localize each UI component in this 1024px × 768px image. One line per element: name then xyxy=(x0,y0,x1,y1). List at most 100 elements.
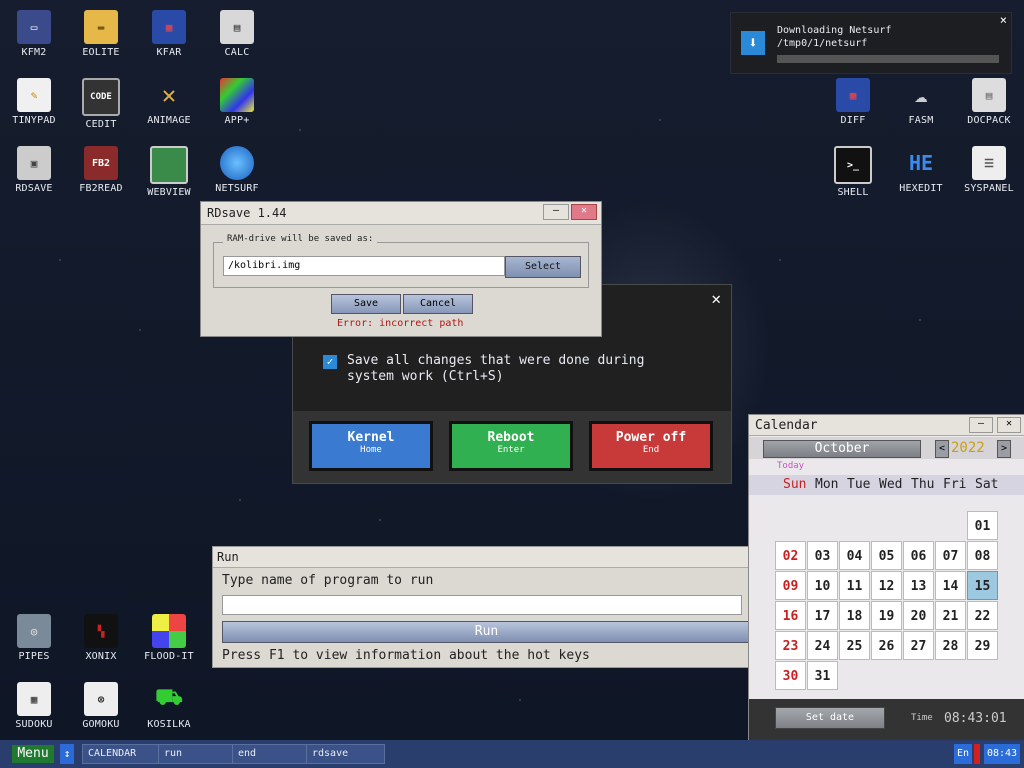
desktop-icon-kfar[interactable]: ▦ KFAR xyxy=(135,10,203,58)
calendar-day[interactable]: 25 xyxy=(839,631,870,660)
cancel-button[interactable]: Cancel xyxy=(403,294,473,314)
desktop-icon-syspanel[interactable]: ☰ SYSPANEL xyxy=(955,146,1023,194)
cube-icon xyxy=(220,78,254,112)
calendar-day[interactable]: 28 xyxy=(935,631,966,660)
calendar-day[interactable]: 17 xyxy=(807,601,838,630)
calendar-day[interactable]: 08 xyxy=(967,541,998,570)
run-titlebar[interactable]: Run xyxy=(213,547,749,568)
calendar-day[interactable]: 24 xyxy=(807,631,838,660)
close-icon[interactable]: × xyxy=(1000,13,1007,27)
desktop-icon-pipes[interactable]: ◎ PIPES xyxy=(0,614,68,662)
calendar-day[interactable]: 14 xyxy=(935,571,966,600)
taskbar-item-calendar[interactable]: CALENDAR xyxy=(82,744,161,764)
calendar-day[interactable]: 06 xyxy=(903,541,934,570)
calendar-day[interactable]: 21 xyxy=(935,601,966,630)
minimize-button[interactable]: — xyxy=(543,204,569,220)
menu-button[interactable]: Menu xyxy=(12,745,54,763)
desktop-icon-webview[interactable]: WEBVIEW xyxy=(135,146,203,198)
calendar-day[interactable]: 05 xyxy=(871,541,902,570)
sudoku-icon: ▦ xyxy=(17,682,51,716)
calendar-day[interactable]: 29 xyxy=(967,631,998,660)
calendar-day[interactable]: 26 xyxy=(871,631,902,660)
power-off-button[interactable]: Power off End xyxy=(589,421,713,471)
desktop-icon-xonix[interactable]: ▚ XONIX xyxy=(67,614,135,662)
next-year-button[interactable]: > xyxy=(997,440,1011,458)
calendar-day[interactable]: 01 xyxy=(967,511,998,540)
calendar-day[interactable]: 31 xyxy=(807,661,838,690)
language-indicator[interactable]: En xyxy=(954,744,972,764)
desktop-icon-shell[interactable]: >_ SHELL xyxy=(819,146,887,198)
path-input[interactable]: /kolibri.img xyxy=(223,256,505,276)
close-icon[interactable]: ✕ xyxy=(711,289,721,308)
error-message: Error: incorrect path xyxy=(337,318,464,329)
calendar-day[interactable]: 18 xyxy=(839,601,870,630)
desktop-icon-fb2read[interactable]: FB2 FB2READ xyxy=(67,146,135,194)
code-icon: CODE xyxy=(82,78,120,116)
save-button[interactable]: Save xyxy=(331,294,401,314)
program-input[interactable] xyxy=(222,595,742,615)
desktop-icon-docpack[interactable]: ▤ DOCPACK xyxy=(955,78,1023,126)
close-button[interactable]: ✕ xyxy=(997,417,1021,433)
calendar-day[interactable]: 03 xyxy=(807,541,838,570)
desktop-icon-tinypad[interactable]: ✎ TINYPAD xyxy=(0,78,68,126)
mower-icon: ⛟ xyxy=(155,685,183,710)
desktop-icon-flood-it[interactable]: FLOOD-IT xyxy=(135,614,203,662)
calendar-day[interactable]: 12 xyxy=(871,571,902,600)
calendar-day[interactable]: 30 xyxy=(775,661,806,690)
select-button[interactable]: Select xyxy=(505,256,581,278)
calendar-day[interactable]: 07 xyxy=(935,541,966,570)
calendar-day[interactable]: 02 xyxy=(775,541,806,570)
weekday-label: Mon xyxy=(815,477,839,492)
calendar-day[interactable]: 23 xyxy=(775,631,806,660)
calendar-day[interactable]: 15 xyxy=(967,571,998,600)
calendar-day[interactable]: 10 xyxy=(807,571,838,600)
desktop-icon-kfm2[interactable]: ▭ KFM2 xyxy=(0,10,68,58)
today-link[interactable]: Today xyxy=(777,461,804,471)
download-notification[interactable]: ⬇ Downloading Netsurf /tmp0/1/netsurf × xyxy=(730,12,1012,74)
minimize-button[interactable]: — xyxy=(969,417,993,433)
desktop-icon-animage[interactable]: ✕ ANIMAGE xyxy=(135,78,203,126)
taskbar-item-end[interactable]: end xyxy=(232,744,311,764)
desktop-icon-hexedit[interactable]: HE HEXEDIT xyxy=(887,146,955,194)
calendar-day[interactable]: 09 xyxy=(775,571,806,600)
calendar-day[interactable]: 13 xyxy=(903,571,934,600)
desktop-icon-fasm[interactable]: ☁ FASM xyxy=(887,78,955,127)
clock[interactable]: 08:43 xyxy=(984,744,1020,764)
calendar-titlebar[interactable]: Calendar — ✕ xyxy=(749,415,1024,436)
calendar-day[interactable]: 04 xyxy=(839,541,870,570)
prev-year-button[interactable]: < xyxy=(935,440,949,458)
desktop-icon-diff[interactable]: ▦ DIFF xyxy=(819,78,887,126)
desktop-icon-app-plus[interactable]: APP+ xyxy=(203,78,271,126)
kernel-button[interactable]: Kernel Home xyxy=(309,421,433,471)
calendar-day[interactable]: 19 xyxy=(871,601,902,630)
desktop-icon-sudoku[interactable]: ▦ SUDOKU xyxy=(0,682,68,730)
calendar-day[interactable]: 27 xyxy=(903,631,934,660)
desktop-icon-kosilka[interactable]: ⛟ KOSILKA xyxy=(135,682,203,730)
month-select[interactable]: October xyxy=(763,440,921,458)
time-value[interactable]: 08:43:01 xyxy=(944,711,1007,726)
set-date-button[interactable]: Set date xyxy=(775,707,885,729)
taskbar: Menu ↕ CALENDAR run end rdsave En 08:43 xyxy=(0,740,1024,768)
calculator-icon: ▤ xyxy=(220,10,254,44)
calendar-day[interactable]: 16 xyxy=(775,601,806,630)
calendar-day[interactable]: 22 xyxy=(967,601,998,630)
desktop-icon-rdsave[interactable]: ▣ RDSAVE xyxy=(0,146,68,194)
taskbar-item-run[interactable]: run xyxy=(158,744,237,764)
rdsave-titlebar[interactable]: RDsave 1.44 — ✕ xyxy=(201,202,601,225)
shutdown-buttons: Kernel Home Reboot Enter Power off End xyxy=(293,411,731,483)
close-button[interactable]: ✕ xyxy=(571,204,597,220)
desktop-icon-gomoku[interactable]: ⊗ GOMOKU xyxy=(67,682,135,730)
rdsave-window: RDsave 1.44 — ✕ RAM-drive will be saved … xyxy=(200,201,602,337)
desktop-icon-eolite[interactable]: ▬ EOLITE xyxy=(67,10,135,58)
desktop-icon-calc[interactable]: ▤ CALC xyxy=(203,10,271,58)
taskbar-item-rdsave[interactable]: rdsave xyxy=(306,744,385,764)
run-button[interactable]: Run xyxy=(222,621,751,643)
weekday-label: Tue xyxy=(847,477,871,492)
calendar-day[interactable]: 20 xyxy=(903,601,934,630)
desktop-icon-netsurf[interactable]: NETSURF xyxy=(203,146,271,194)
calendar-day[interactable]: 11 xyxy=(839,571,870,600)
save-changes-checkbox[interactable]: ✓ xyxy=(323,355,337,369)
desktop-icon-cedit[interactable]: CODE CEDIT xyxy=(67,78,135,130)
reboot-button[interactable]: Reboot Enter xyxy=(449,421,573,471)
switch-icon[interactable]: ↕ xyxy=(60,744,74,764)
